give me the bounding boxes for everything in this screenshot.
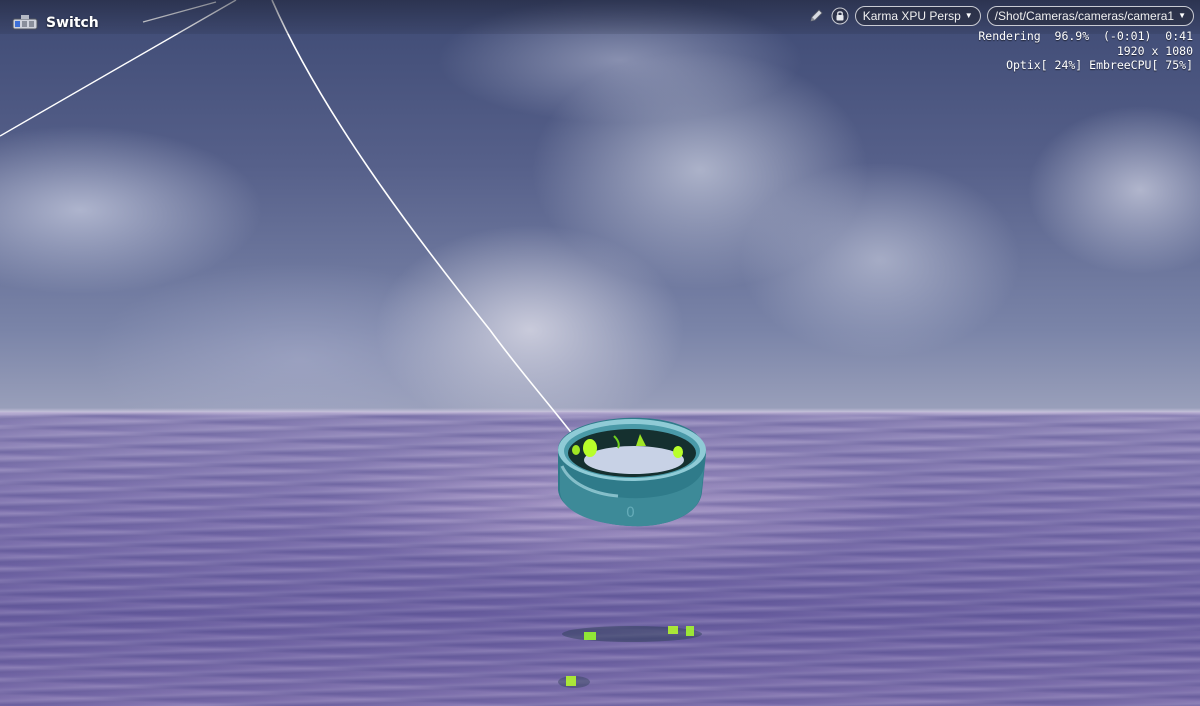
camera-path: /Shot/Cameras/cameras/camera1 — [994, 9, 1175, 23]
chevron-down-icon: ▼ — [964, 11, 973, 20]
display-node-label[interactable]: Switch — [12, 14, 99, 32]
camera-menu-button[interactable]: /Shot/Cameras/cameras/camera1 ▼ — [986, 6, 1194, 26]
render-device-usage: Optix[ 24%] EmbreeCPU[ 75%] — [1006, 58, 1193, 72]
svg-text:0: 0 — [626, 505, 635, 521]
scene-viewport[interactable]: 0 Switch Karma XPU Persp ▼ /Shot/Cameras… — [0, 0, 1200, 706]
renderer-label: Karma XPU Persp — [862, 9, 961, 23]
renderer-menu-button[interactable]: Karma XPU Persp ▼ — [854, 6, 981, 26]
pencil-icon[interactable] — [807, 7, 825, 25]
ring-reflection — [558, 626, 702, 688]
node-name: Switch — [46, 15, 99, 31]
render-stats: Rendering 96.9% (-0:01) 0:41 1920 x 1080… — [978, 29, 1193, 73]
chevron-down-icon: ▼ — [1178, 11, 1186, 20]
render-resolution: 1920 x 1080 — [1116, 43, 1193, 58]
lock-icon[interactable] — [831, 7, 849, 25]
render-progress: Rendering 96.9% (-0:01) 0:41 — [978, 29, 1193, 43]
switch-node-icon — [12, 14, 38, 32]
viewport-controls: Karma XPU Persp ▼ /Shot/Cameras/cameras/… — [807, 6, 1194, 26]
ring-object[interactable]: 0 — [548, 410, 718, 535]
